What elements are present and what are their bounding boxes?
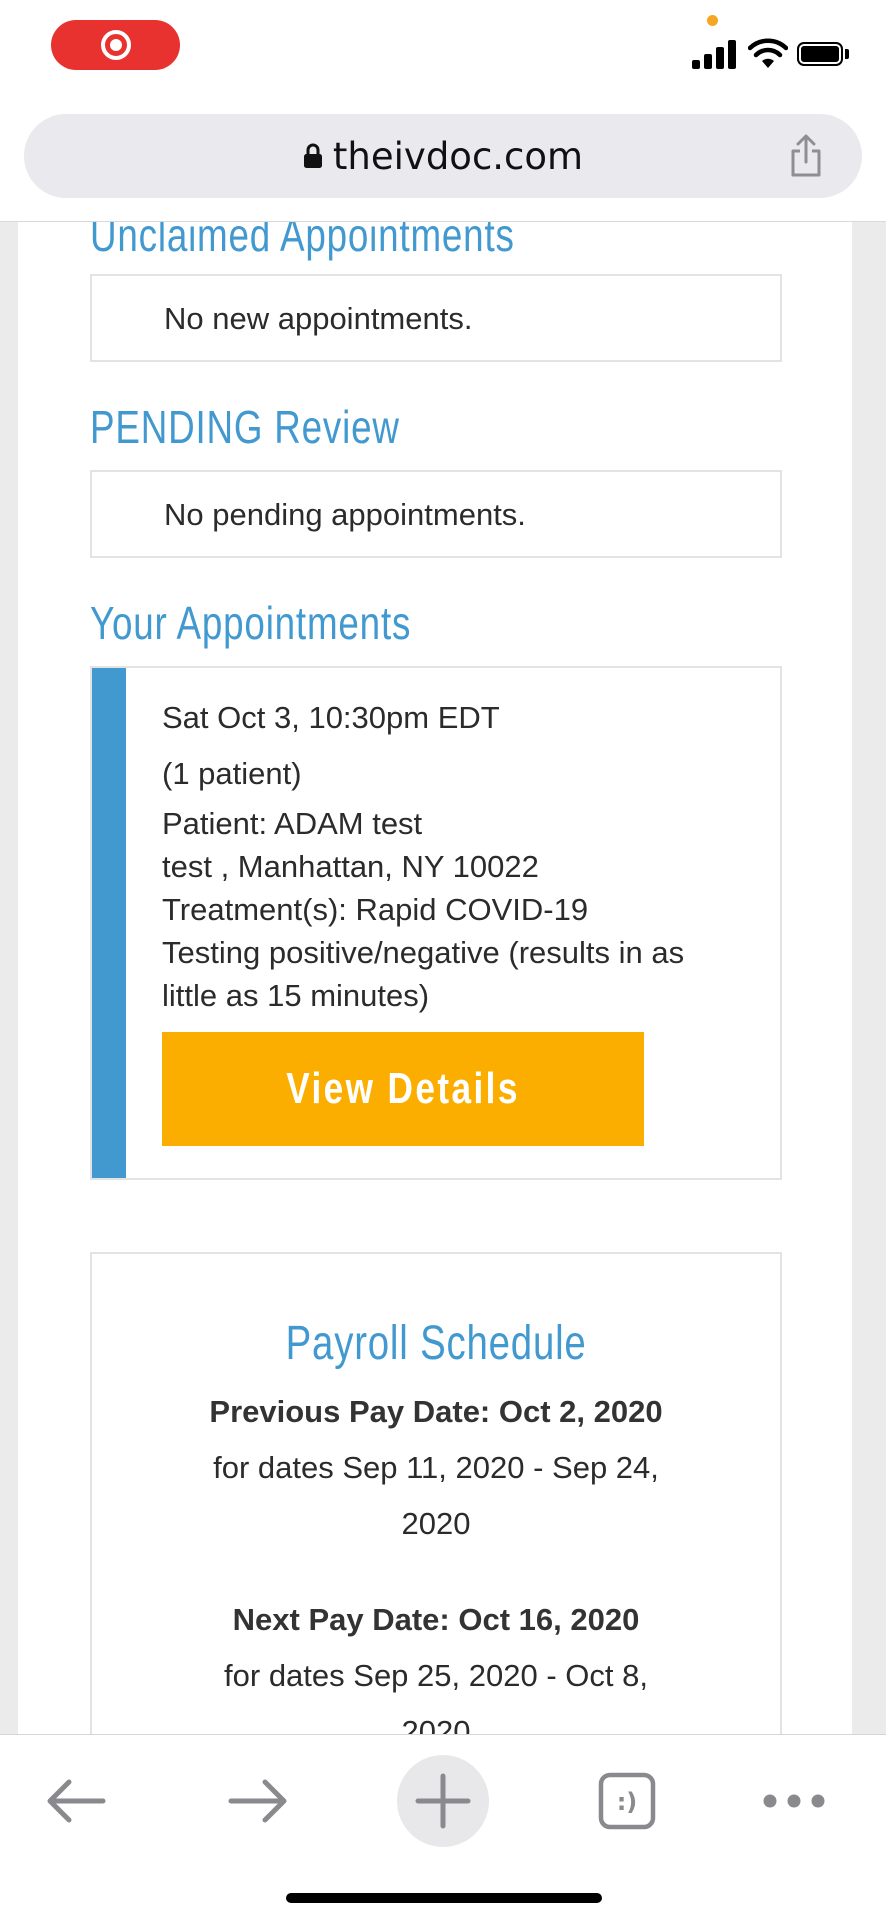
battery-icon bbox=[797, 42, 843, 66]
status-bar bbox=[0, 0, 886, 100]
unclaimed-appointments-heading: Unclaimed Appointments bbox=[90, 222, 515, 261]
appointment-patient-name: Patient: ADAM test bbox=[162, 806, 423, 841]
view-details-label: View Details bbox=[286, 1064, 520, 1113]
svg-text::): :) bbox=[617, 1788, 638, 1816]
next-pay-range-line-2: 2020 bbox=[401, 1714, 471, 1734]
appointment-address: test , Manhattan, NY 10022 bbox=[162, 849, 539, 884]
your-appointments-heading: Your Appointments bbox=[90, 597, 412, 649]
browser-address-bar: theivdoc.com bbox=[0, 100, 886, 222]
pending-empty-text: No pending appointments. bbox=[164, 497, 526, 532]
more-icon bbox=[763, 1794, 825, 1808]
unclaimed-empty-text: No new appointments. bbox=[164, 301, 473, 336]
more-menu-button[interactable] bbox=[748, 1755, 840, 1847]
forward-arrow-icon bbox=[228, 1779, 287, 1823]
record-icon bbox=[100, 30, 131, 60]
home-indicator[interactable] bbox=[286, 1893, 602, 1903]
payroll-schedule-card: Payroll Schedule Previous Pay Date: Oct … bbox=[90, 1252, 782, 1734]
payroll-schedule-heading: Payroll Schedule bbox=[285, 1317, 587, 1370]
new-tab-plus-icon bbox=[415, 1773, 471, 1829]
page-viewport[interactable]: Unclaimed Appointments No new appointmen… bbox=[0, 222, 886, 1734]
pending-review-box: No pending appointments. bbox=[90, 470, 782, 558]
appointment-treatment-line-1: Treatment(s): Rapid COVID-19 bbox=[162, 892, 589, 927]
pending-review-heading: PENDING Review bbox=[90, 401, 400, 453]
microphone-indicator-dot bbox=[707, 15, 718, 26]
previous-pay-date: Previous Pay Date: Oct 2, 2020 bbox=[209, 1394, 663, 1429]
appointment-card: Sat Oct 3, 10:30pm EDT (1 patient) Patie… bbox=[90, 666, 782, 1180]
cellular-signal-icon bbox=[692, 40, 736, 69]
screen-recording-indicator[interactable] bbox=[51, 20, 180, 70]
next-pay-range-line-1: for dates Sep 25, 2020 - Oct 8, bbox=[224, 1658, 648, 1693]
url-field[interactable]: theivdoc.com bbox=[24, 114, 862, 198]
appointment-treatment-line-2: Testing positive/negative (results in as bbox=[162, 935, 685, 970]
wifi-icon bbox=[748, 38, 788, 68]
share-icon[interactable] bbox=[786, 134, 826, 178]
appointment-patient-count: (1 patient) bbox=[162, 756, 302, 791]
back-arrow-icon bbox=[47, 1779, 106, 1823]
appointment-treatment-line-3: little as 15 minutes) bbox=[162, 978, 430, 1013]
previous-pay-range-line-2: 2020 bbox=[401, 1506, 471, 1541]
appointment-datetime: Sat Oct 3, 10:30pm EDT bbox=[162, 700, 500, 735]
dashboard-card: Unclaimed Appointments No new appointmen… bbox=[18, 222, 852, 1734]
tabs-icon: :) bbox=[598, 1772, 656, 1830]
new-tab-button[interactable] bbox=[397, 1755, 489, 1847]
url-text: theivdoc.com bbox=[332, 134, 584, 178]
lock-icon bbox=[303, 143, 322, 168]
next-pay-date: Next Pay Date: Oct 16, 2020 bbox=[232, 1602, 640, 1637]
browser-toolbar: :) bbox=[0, 1734, 886, 1920]
previous-pay-range-line-1: for dates Sep 11, 2020 - Sep 24, bbox=[213, 1450, 659, 1485]
unclaimed-appointments-box: No new appointments. bbox=[90, 274, 782, 362]
tabs-button[interactable]: :) bbox=[581, 1755, 673, 1847]
appointment-status-stripe bbox=[92, 668, 126, 1178]
back-button[interactable] bbox=[30, 1755, 122, 1847]
forward-button[interactable] bbox=[212, 1755, 304, 1847]
view-details-button[interactable]: View Details bbox=[162, 1032, 644, 1146]
